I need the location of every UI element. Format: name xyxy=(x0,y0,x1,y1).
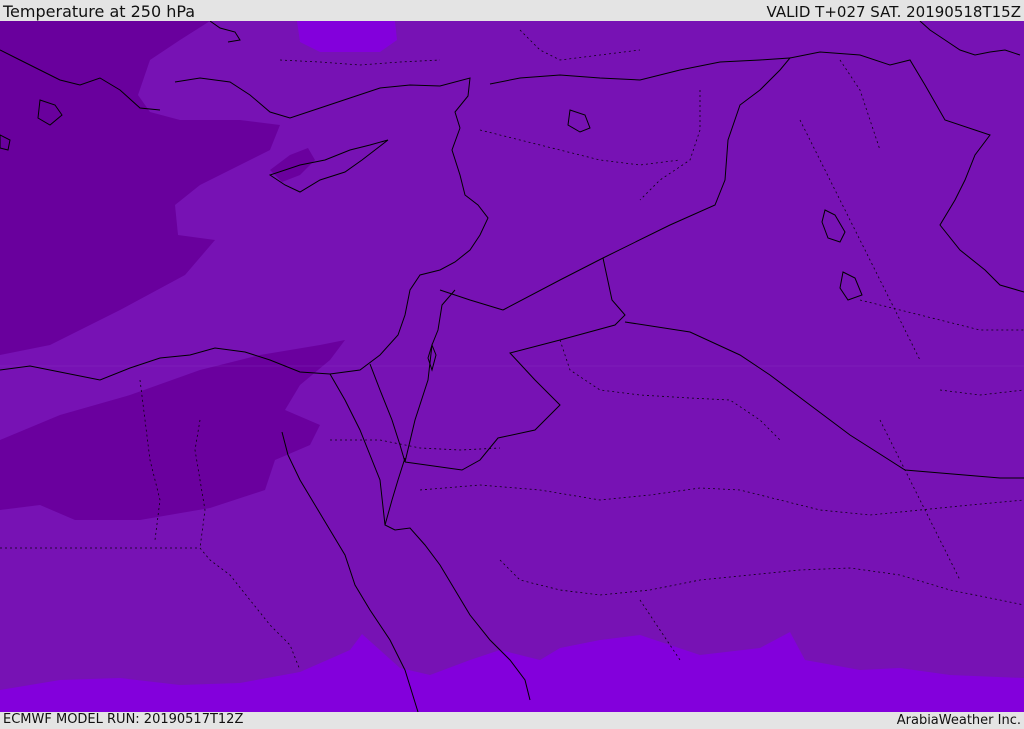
header-bar: Temperature at 250 hPa VALID T+027 SAT. … xyxy=(0,0,1024,21)
valid-time: VALID T+027 SAT. 20190518T15Z xyxy=(766,3,1021,21)
map-title: Temperature at 250 hPa xyxy=(3,2,196,21)
warm-patch-north xyxy=(297,21,397,52)
model-run: ECMWF MODEL RUN: 20190517T12Z xyxy=(3,712,244,727)
footer-bar: ECMWF MODEL RUN: 20190517T12Z ArabiaWeat… xyxy=(0,712,1024,729)
credit-text: ArabiaWeather Inc. xyxy=(896,713,1021,728)
weather-map[interactable] xyxy=(0,21,1024,712)
